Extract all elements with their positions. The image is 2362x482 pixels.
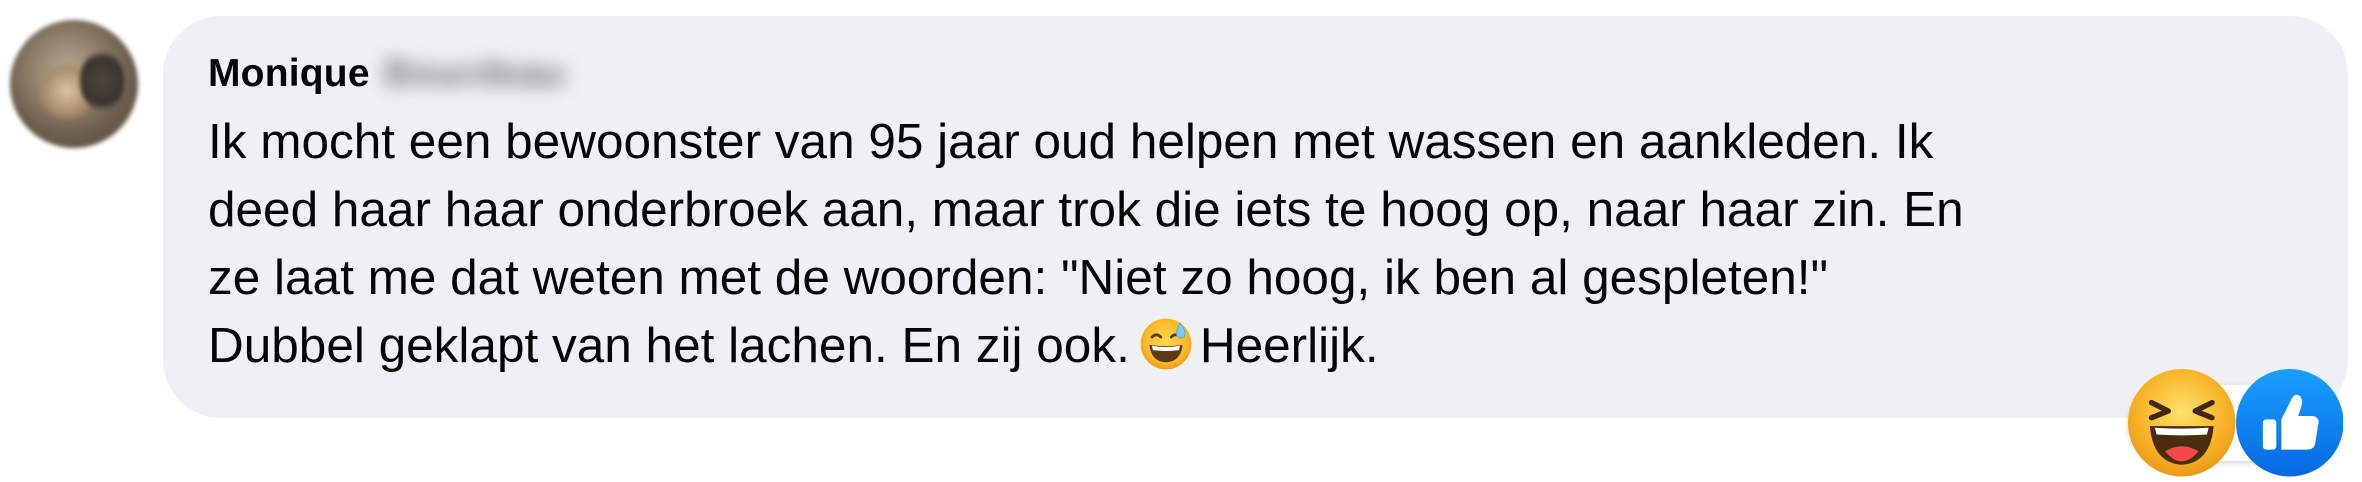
avatar-photo-shadow bbox=[80, 50, 124, 112]
author-avatar[interactable] bbox=[10, 20, 138, 148]
comment-line-4-text: Dubbel geklapt van het lachen. En zij oo… bbox=[208, 318, 1130, 373]
comment-line-4-tail: Heerlijk. bbox=[1199, 318, 1379, 373]
like-reaction-icon bbox=[2235, 369, 2343, 477]
comment-line-2: deed haar haar onderbroek aan, maar trok… bbox=[208, 182, 1964, 237]
author-last-name-blurred[interactable]: Bourdeau bbox=[384, 52, 566, 96]
haha-reaction-icon bbox=[2128, 369, 2236, 477]
comment-line-3: ze laat me dat weten met de woorden: "Ni… bbox=[208, 250, 1829, 305]
author-first-name[interactable]: Monique bbox=[208, 52, 370, 96]
reactions-summary[interactable]: 43 bbox=[2128, 369, 2343, 477]
comment-line-1: Ik mocht een bewoonster van 95 jaar oud … bbox=[208, 114, 1934, 169]
comment-body: Ik mocht een bewoonster van 95 jaar oud … bbox=[208, 108, 2318, 380]
grinning-face-with-sweat-icon bbox=[1140, 318, 1192, 370]
comment-line-4: Dubbel geklapt van het lachen. En zij oo… bbox=[208, 312, 2318, 380]
comment-author[interactable]: Monique Bourdeau bbox=[208, 48, 566, 100]
